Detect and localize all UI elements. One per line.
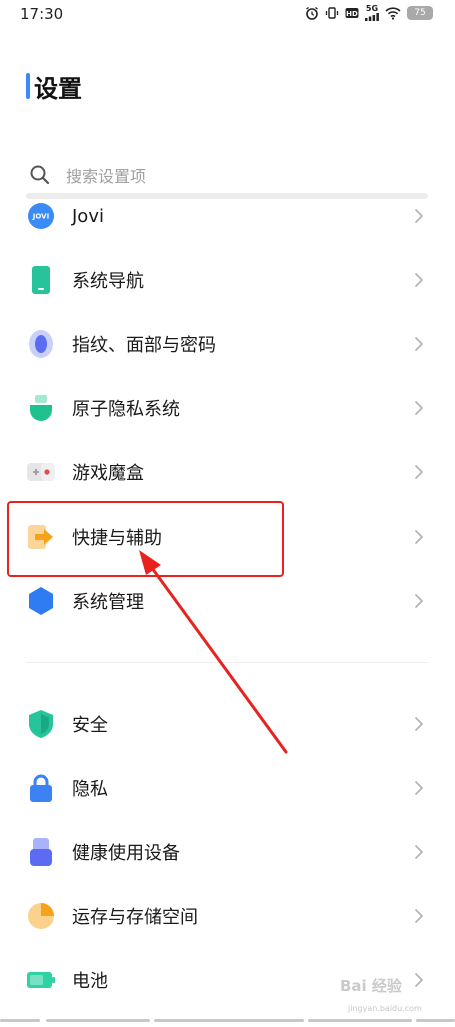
indicator-strip [46, 1019, 150, 1022]
indicator-strip [416, 1019, 455, 1022]
indicator-strip [308, 1019, 412, 1022]
watermark-url: jingyan.baidu.com [348, 1004, 422, 1013]
annotation-arrow [139, 550, 288, 754]
indicator-strip [154, 1019, 304, 1022]
watermark: Bai 经验 [340, 977, 402, 995]
bottom-indicator [0, 1019, 455, 1023]
indicator-strip [0, 1019, 40, 1022]
